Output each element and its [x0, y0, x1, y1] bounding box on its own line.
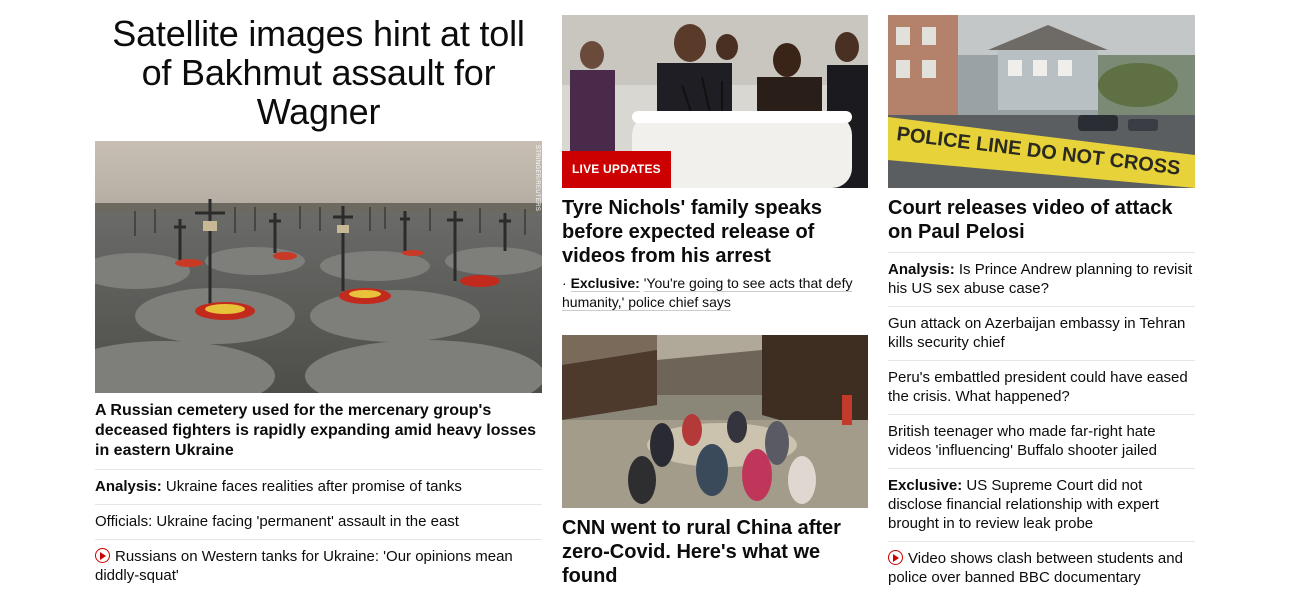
- item-text: Video shows clash between students and p…: [888, 550, 1183, 586]
- rural-china-photo[interactable]: [562, 335, 868, 508]
- related-item[interactable]: British teenager who made far-right hate…: [888, 414, 1195, 468]
- photo-credit: STRINGER/REUTERS: [534, 145, 540, 212]
- related-item[interactable]: Peru's embattled president could have ea…: [888, 360, 1195, 414]
- related-item-analysis[interactable]: Analysis: Is Prince Andrew planning to r…: [888, 253, 1195, 306]
- related-item-video[interactable]: Russians on Western tanks for Ukraine: '…: [95, 539, 542, 593]
- item-text: Russians on Western tanks for Ukraine: '…: [95, 548, 513, 584]
- live-updates-badge: LIVE UPDATES: [562, 151, 671, 188]
- play-icon: [888, 550, 903, 565]
- related-item[interactable]: Officials: Ukraine facing 'permanent' as…: [95, 504, 542, 539]
- middle-column: LIVE UPDATES Tyre Nichols' family speaks…: [562, 15, 868, 588]
- exclusive-link[interactable]: · Exclusive: 'You're going to see acts t…: [562, 274, 868, 312]
- item-prefix: Exclusive:: [888, 477, 963, 494]
- item-prefix: Analysis:: [95, 478, 162, 495]
- right-column: POLICE LINE DO NOT CROSS Court releases …: [888, 15, 1195, 595]
- related-item[interactable]: Gun attack on Azerbaijan embassy in Tehr…: [888, 306, 1195, 360]
- pelosi-house-photo[interactable]: POLICE LINE DO NOT CROSS: [888, 15, 1195, 188]
- related-item-video[interactable]: Video shows clash between students and p…: [888, 541, 1195, 595]
- lead-related-list: Analysis: Ukraine faces realities after …: [95, 470, 542, 593]
- lead-subheadline[interactable]: A Russian cemetery used for the mercenar…: [95, 401, 542, 470]
- item-prefix: Exclusive:: [570, 275, 640, 292]
- pelosi-headline[interactable]: Court releases video of attack on Paul P…: [888, 196, 1195, 253]
- lead-headline[interactable]: Satellite images hint at toll of Bakhmut…: [95, 14, 542, 131]
- play-icon: [95, 548, 110, 563]
- item-prefix: Analysis:: [888, 261, 955, 278]
- item-text: Ukraine faces realities after promise of…: [165, 478, 462, 495]
- cemetery-photo[interactable]: STRINGER/REUTERS: [95, 141, 542, 393]
- item-text: British teenager who made far-right hate…: [888, 423, 1157, 459]
- related-item-exclusive[interactable]: Exclusive: US Supreme Court did not disc…: [888, 468, 1195, 541]
- lead-story: Satellite images hint at toll of Bakhmut…: [95, 14, 542, 593]
- press-conference-photo[interactable]: LIVE UPDATES: [562, 15, 868, 188]
- tyre-nichols-headline[interactable]: Tyre Nichols' family speaks before expec…: [562, 196, 868, 268]
- right-related-list: Analysis: Is Prince Andrew planning to r…: [888, 253, 1195, 595]
- item-text: Gun attack on Azerbaijan embassy in Tehr…: [888, 315, 1186, 351]
- rural-china-headline[interactable]: CNN went to rural China after zero-Covid…: [562, 516, 868, 588]
- item-text: Officials: Ukraine facing 'permanent' as…: [95, 513, 459, 530]
- related-item-analysis[interactable]: Analysis: Ukraine faces realities after …: [95, 470, 542, 504]
- item-text: Peru's embattled president could have ea…: [888, 369, 1188, 405]
